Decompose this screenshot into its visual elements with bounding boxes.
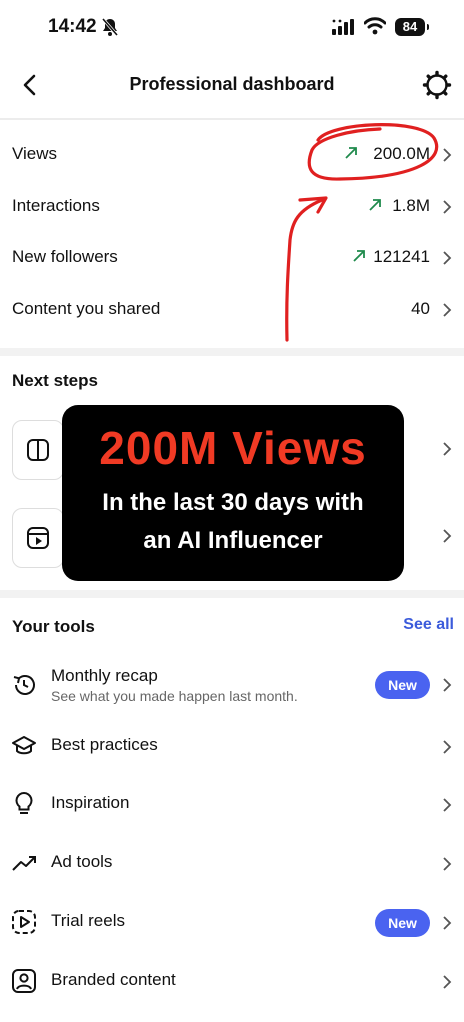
trend-icon	[12, 856, 36, 871]
tool-ad-tools[interactable]: Ad tools	[0, 835, 464, 893]
trial-reel-icon	[12, 910, 36, 934]
silent-bell-icon	[101, 18, 119, 36]
chevron-right-icon	[443, 740, 452, 754]
tool-label: Monthly recap	[51, 666, 158, 685]
tool-best-practices[interactable]: Best practices	[0, 718, 464, 776]
chevron-right-icon	[443, 251, 452, 265]
tool-label: Branded content	[51, 970, 176, 989]
chevron-right-icon	[443, 916, 452, 930]
split-screen-icon	[27, 439, 49, 461]
stat-row-new-followers[interactable]: New followers 121241	[0, 232, 464, 284]
tool-label: Best practices	[51, 735, 158, 754]
next-step-card-1[interactable]	[12, 420, 64, 480]
top-bar: Professional dashboard	[0, 56, 464, 116]
battery-indicator: 84	[395, 18, 429, 36]
section-divider	[0, 348, 464, 356]
chevron-right-icon	[443, 857, 452, 871]
section-divider	[0, 590, 464, 598]
page-title: Professional dashboard	[129, 74, 335, 94]
next-steps-heading: Next steps	[12, 371, 98, 390]
chevron-right-icon	[443, 148, 452, 162]
chevron-right-icon	[443, 200, 452, 214]
chevron-right-icon[interactable]	[442, 441, 452, 457]
stat-value: 1.8M	[392, 196, 430, 215]
wifi-icon	[364, 17, 386, 35]
overlay-headline: 200M Views	[99, 422, 367, 474]
trend-up-icon	[353, 250, 365, 262]
next-step-card-2[interactable]	[12, 508, 64, 568]
new-badge: New	[375, 909, 430, 937]
tool-trial-reels[interactable]: Trial reels New	[0, 894, 464, 952]
overlay-line-2: an AI Influencer	[143, 527, 323, 554]
stat-label: New followers	[12, 247, 118, 266]
chevron-right-icon[interactable]	[442, 528, 452, 544]
tool-label: Ad tools	[51, 852, 113, 871]
overlay-line-1: In the last 30 days with	[102, 489, 364, 516]
new-badge: New	[375, 671, 430, 699]
gear-icon[interactable]	[422, 70, 452, 100]
battery-level: 84	[402, 19, 418, 34]
header-divider	[0, 118, 464, 120]
your-tools-heading: Your tools	[12, 617, 95, 636]
chevron-right-icon	[443, 303, 452, 317]
status-bar: 14:42 84	[0, 0, 464, 56]
tool-label: Trial reels	[51, 911, 125, 930]
cellular-signal-icon	[332, 19, 354, 35]
promo-overlay: 200M Views In the last 30 days with an A…	[62, 405, 404, 581]
stat-value: 121241	[373, 247, 430, 266]
stat-label: Views	[12, 144, 58, 163]
chevron-right-icon	[443, 798, 452, 812]
branded-content-icon	[12, 969, 36, 993]
tool-label: Inspiration	[51, 793, 130, 812]
status-time: 14:42	[48, 16, 97, 37]
stat-value: 40	[411, 299, 430, 318]
tool-inspiration[interactable]: Inspiration	[0, 776, 464, 834]
chevron-right-icon	[443, 678, 452, 692]
stat-row-content-shared[interactable]: Content you shared 40	[0, 284, 464, 336]
lightbulb-icon	[15, 791, 33, 814]
graduation-cap-icon	[12, 736, 36, 755]
tool-branded-content[interactable]: Branded content	[0, 953, 464, 1011]
stat-row-interactions[interactable]: Interactions 1.8M	[0, 181, 464, 233]
stat-label: Content you shared	[12, 299, 161, 318]
stat-value: 200.0M	[373, 144, 430, 163]
tool-subtitle: See what you made happen last month.	[51, 688, 298, 704]
trend-up-icon	[345, 147, 357, 159]
history-icon	[13, 675, 35, 695]
tool-monthly-recap[interactable]: Monthly recap See what you made happen l…	[0, 652, 464, 710]
trend-up-icon	[369, 199, 381, 211]
reels-icon	[27, 527, 49, 549]
see-all-link[interactable]: See all	[403, 616, 454, 634]
chevron-right-icon	[443, 975, 452, 989]
stat-row-views[interactable]: Views 200.0M	[0, 129, 464, 181]
stat-label: Interactions	[12, 196, 100, 215]
